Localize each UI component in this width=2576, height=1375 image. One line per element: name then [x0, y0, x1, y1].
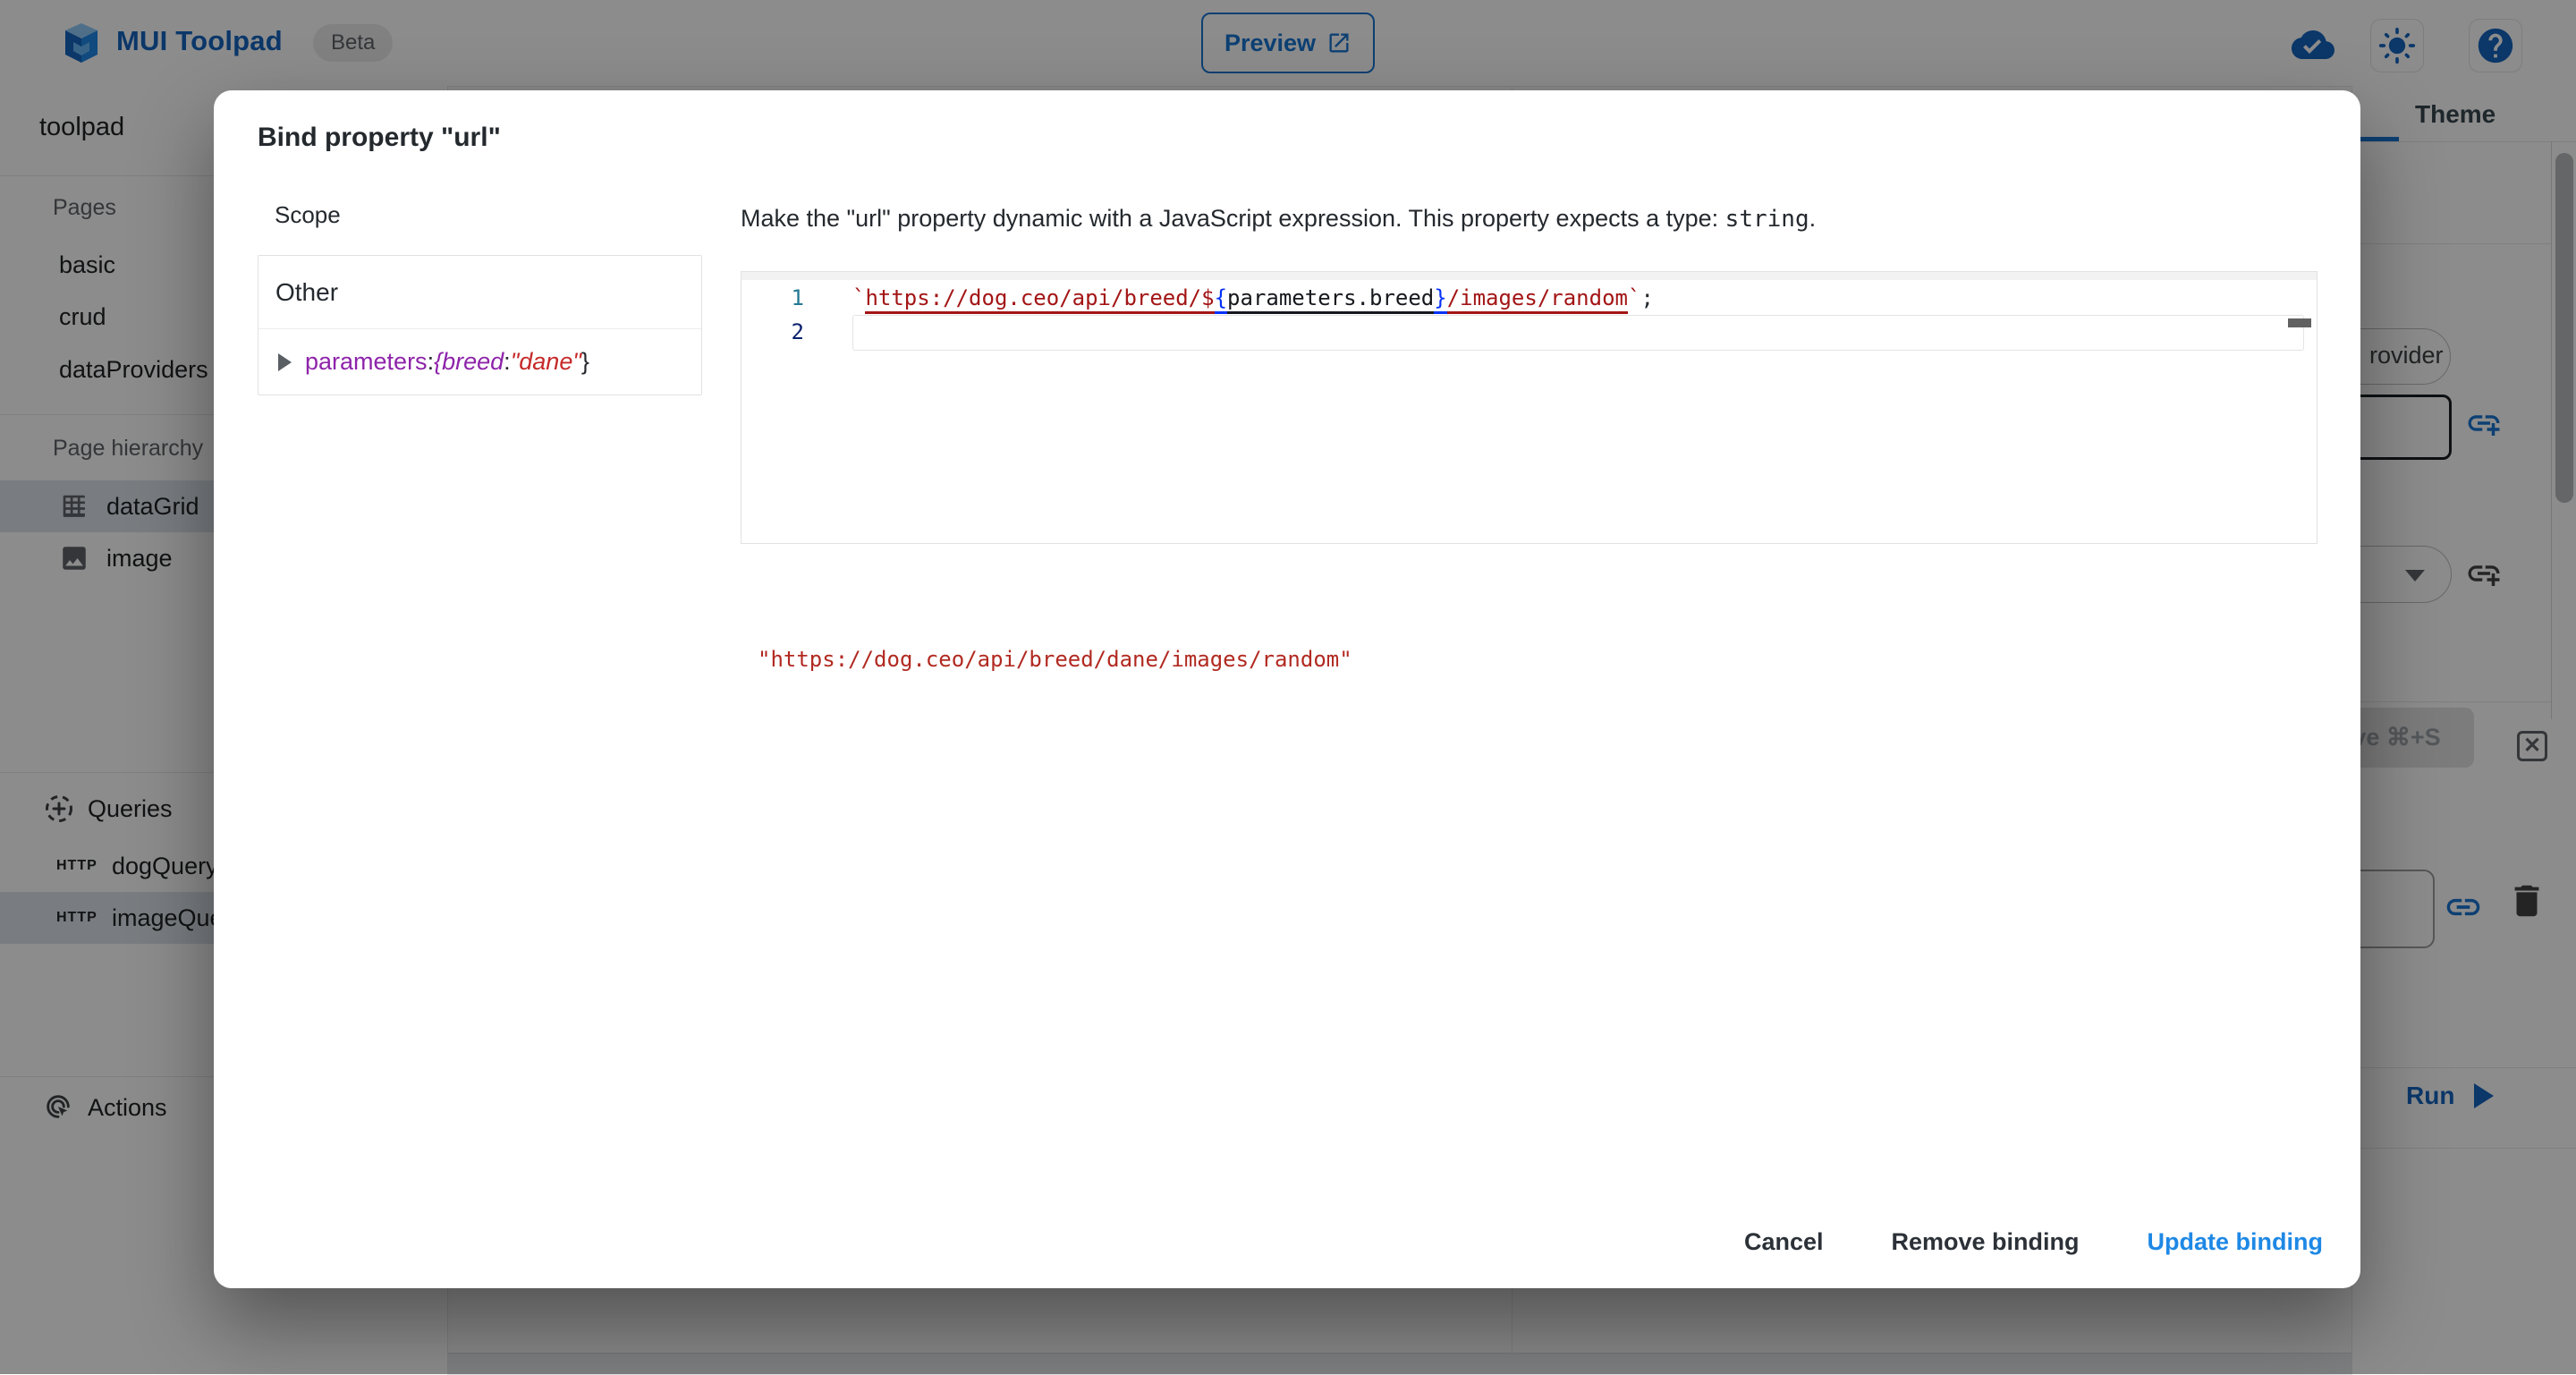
description-period: .: [1809, 205, 1817, 232]
code-token-brace: {: [1215, 285, 1227, 314]
current-line-highlight: [852, 315, 2304, 351]
line-number-1: 1: [741, 285, 804, 310]
dialog-actions: Cancel Remove binding Update binding: [1739, 1221, 2328, 1263]
description-text: Make the "url" property dynamic with a J…: [741, 205, 1725, 232]
update-binding-button[interactable]: Update binding: [2142, 1221, 2328, 1263]
bind-property-dialog: Bind property "url" Scope Other paramete…: [214, 90, 2360, 1288]
code-token-url: /images/random: [1447, 285, 1628, 314]
param-close-brace: }: [581, 348, 589, 376]
dialog-description: Make the "url" property dynamic with a J…: [741, 205, 1816, 233]
expression-result-preview: "https://dog.ceo/api/breed/dane/images/r…: [758, 647, 1352, 672]
code-line-1: 1 `https://dog.ceo/api/breed/${parameter…: [741, 281, 2317, 315]
param-breed-value: "dane": [511, 348, 581, 376]
description-type-code: string: [1725, 206, 1809, 233]
scope-label: Scope: [275, 201, 341, 229]
code-token: $: [1201, 285, 1214, 314]
param-open-brace: {: [434, 348, 442, 376]
dialog-title: Bind property "url": [258, 123, 501, 153]
code-token: ;: [1640, 285, 1653, 310]
code-token: `: [1628, 285, 1640, 310]
param-sep: :: [428, 348, 435, 376]
code-token-identifier: parameters.breed: [1227, 285, 1434, 314]
editor-top-strip: [741, 272, 2317, 280]
param-breed-key: breed: [442, 348, 504, 376]
scope-row-parameters[interactable]: parameters: {breed: "dane"}: [258, 329, 701, 395]
remove-binding-button[interactable]: Remove binding: [1886, 1221, 2085, 1263]
scope-row-other[interactable]: Other: [258, 256, 701, 329]
cancel-button[interactable]: Cancel: [1739, 1221, 1829, 1263]
line-number-2: 2: [741, 319, 804, 344]
scope-box: Other parameters: {breed: "dane"}: [258, 255, 702, 395]
param-key: parameters: [305, 348, 428, 376]
code-line-1-text: `https://dog.ceo/api/breed/${parameters.…: [852, 285, 1654, 310]
overview-ruler-mark: [2288, 318, 2311, 327]
code-editor[interactable]: 1 `https://dog.ceo/api/breed/${parameter…: [741, 271, 2318, 544]
code-token: `: [852, 285, 865, 310]
code-token-url: https://dog.ceo/api/breed/: [865, 285, 1201, 314]
code-token-brace: }: [1434, 285, 1446, 314]
expand-triangle-icon[interactable]: [278, 353, 292, 371]
param-breed-sep: :: [504, 348, 511, 376]
